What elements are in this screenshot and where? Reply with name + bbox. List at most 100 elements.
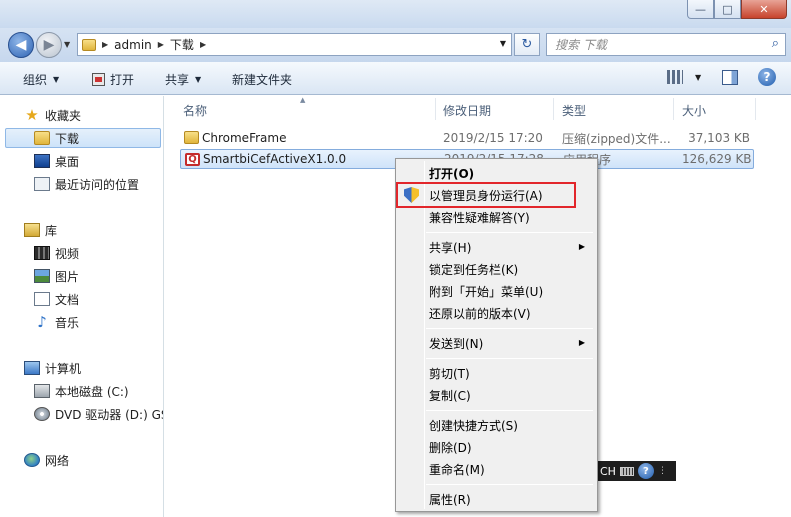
search-placeholder: 搜索 下载 [555, 38, 607, 52]
sidebar-item-label: 计算机 [45, 361, 82, 376]
share-button[interactable]: 共享 ▼ [165, 71, 201, 88]
column-header-size[interactable]: 大小 [682, 100, 706, 120]
menu-item-label: 剪切(T) [429, 366, 470, 381]
column-divider[interactable] [755, 98, 756, 120]
app-icon [92, 73, 105, 86]
arrow-left-icon: ◀ [15, 37, 27, 53]
file-type: 压缩(zipped)文件... [562, 131, 671, 146]
sidebar-item-documents[interactable]: 文档 [34, 289, 79, 309]
help-icon[interactable]: ? [637, 463, 654, 479]
chevron-down-icon[interactable]: ▼ [500, 39, 506, 48]
menu-item-label: 复制(C) [429, 388, 471, 403]
folder-icon [82, 38, 96, 51]
recent-pages-dropdown[interactable]: ▼ [64, 40, 70, 49]
library-icon [24, 223, 40, 237]
menu-item-restore[interactable]: 还原以前的版本(V) [398, 302, 595, 324]
refresh-button[interactable]: ↻ [514, 33, 540, 56]
menu-item-label: 属性(R) [429, 492, 471, 507]
sidebar-item-recent[interactable]: 最近访问的位置 [34, 174, 139, 194]
sidebar-item-network[interactable]: 网络 [24, 450, 69, 470]
sidebar-item-libraries[interactable]: 库 [24, 220, 57, 240]
menu-item-delete[interactable]: 删除(D) [398, 436, 595, 458]
chevron-right-icon: ▶ [157, 40, 164, 49]
menu-item-create-shortcut[interactable]: 创建快捷方式(S) [398, 414, 595, 436]
keyboard-icon[interactable] [619, 466, 634, 476]
menu-item-label: 兼容性疑难解答(Y) [429, 210, 530, 225]
menu-item-share[interactable]: 共享(H) ▶ [398, 236, 595, 258]
organize-label: 组织 [23, 73, 48, 87]
file-size: 126,629 KB [682, 152, 752, 166]
address-row: ◀ ▶ ▼ ▶ admin ▶ 下载 ▶ ▼ ↻ 搜索 下载 ⌕ [0, 28, 791, 62]
sidebar-item-pictures[interactable]: 图片 [34, 266, 79, 286]
computer-icon [24, 361, 40, 375]
sidebar-item-favorites[interactable]: ★ 收藏夹 [24, 105, 81, 125]
column-label: 修改日期 [443, 103, 492, 118]
menu-item-copy[interactable]: 复制(C) [398, 384, 595, 406]
desktop-icon [34, 154, 50, 168]
sidebar-item-label: 视频 [55, 246, 80, 261]
breadcrumb-downloads[interactable]: 下载 [170, 36, 194, 53]
column-header-type[interactable]: 类型 [562, 100, 586, 120]
chevron-right-icon: ▶ [578, 242, 585, 251]
sidebar-item-computer[interactable]: 计算机 [24, 358, 81, 378]
menu-item-troubleshoot[interactable]: 兼容性疑难解答(Y) [398, 206, 595, 228]
music-note-icon: ♪ [37, 313, 47, 331]
title-bar: — □ ✕ [0, 0, 791, 28]
maximize-button[interactable]: □ [714, 0, 741, 19]
close-button[interactable]: ✕ [741, 0, 787, 19]
context-menu: 打开(O) 以管理员身份运行(A) 兼容性疑难解答(Y) 共享(H) ▶ 锁定到… [395, 158, 598, 512]
column-header-date[interactable]: 修改日期 [443, 100, 491, 120]
menu-item-label: 还原以前的版本(V) [429, 306, 531, 321]
menu-item-pin-start[interactable]: 附到「开始」菜单(U) [398, 280, 595, 302]
chevron-down-icon: ▼ [53, 75, 60, 84]
breadcrumb-admin[interactable]: admin [114, 38, 152, 52]
new-folder-button[interactable]: 新建文件夹 [232, 71, 292, 88]
menu-item-open[interactable]: 打开(O) [398, 162, 595, 184]
minimize-button[interactable]: — [687, 0, 714, 19]
column-label: 类型 [562, 103, 587, 118]
menu-item-pin-taskbar[interactable]: 锁定到任务栏(K) [398, 258, 595, 280]
address-bar[interactable]: ▶ admin ▶ 下载 ▶ ▼ [77, 33, 512, 56]
sidebar-item-videos[interactable]: 视频 [34, 243, 79, 263]
help-button[interactable]: ? [758, 68, 776, 86]
sidebar-item-label: 音乐 [55, 315, 80, 330]
sidebar-item-downloads[interactable]: 下载 [5, 128, 161, 148]
menu-item-properties[interactable]: 属性(R) [398, 488, 595, 510]
search-icon[interactable]: ⌕ [772, 36, 779, 51]
sidebar-item-dvd[interactable]: DVD 驱动器 (D:) GS [34, 404, 164, 424]
document-icon [34, 292, 50, 306]
menu-item-send-to[interactable]: 发送到(N) ▶ [398, 332, 595, 354]
help-icon: ? [763, 70, 771, 84]
menu-item-label: 打开(O) [429, 166, 475, 181]
column-divider[interactable] [673, 98, 674, 120]
sidebar-item-label: 网络 [45, 453, 70, 468]
menu-item-rename[interactable]: 重命名(M) [398, 458, 595, 480]
chevron-right-icon: ▶ [578, 338, 585, 347]
search-input[interactable]: 搜索 下载 ⌕ [546, 33, 786, 56]
file-date: 2019/2/15 17:20 [443, 131, 543, 145]
navigation-pane: ★ 收藏夹 下载 桌面 最近访问的位置 库 视频 图片 文档 ♪ 音乐 计算机 本地… [0, 96, 164, 517]
open-button[interactable]: 打开 [92, 71, 134, 88]
column-divider[interactable] [553, 98, 554, 120]
downloads-folder-icon [34, 131, 50, 145]
sidebar-item-music[interactable]: ♪ 音乐 [34, 312, 79, 332]
menu-separator [426, 232, 593, 233]
sidebar-item-label: 本地磁盘 (C:) [55, 384, 129, 399]
back-button[interactable]: ◀ [8, 32, 34, 58]
menu-item-cut[interactable]: 剪切(T) [398, 362, 595, 384]
table-row[interactable]: ChromeFrame 2019/2/15 17:20 压缩(zipped)文件… [180, 128, 754, 148]
options-icon[interactable]: ⋮ [658, 467, 667, 476]
menu-separator [426, 358, 593, 359]
change-view-button[interactable]: ▼ [667, 70, 701, 84]
video-icon [34, 246, 50, 260]
sidebar-item-local-disk[interactable]: 本地磁盘 (C:) [34, 381, 129, 401]
column-label: 大小 [682, 103, 707, 118]
preview-pane-button[interactable] [722, 70, 738, 85]
column-divider[interactable] [435, 98, 436, 120]
sidebar-item-label: DVD 驱动器 (D:) GS [55, 407, 164, 422]
organize-button[interactable]: 组织 ▼ [23, 71, 59, 88]
language-indicator[interactable]: CH [600, 465, 616, 478]
sidebar-item-desktop[interactable]: 桌面 [34, 151, 79, 171]
forward-button[interactable]: ▶ [36, 32, 62, 58]
column-header-name[interactable]: 名称 [183, 100, 207, 120]
